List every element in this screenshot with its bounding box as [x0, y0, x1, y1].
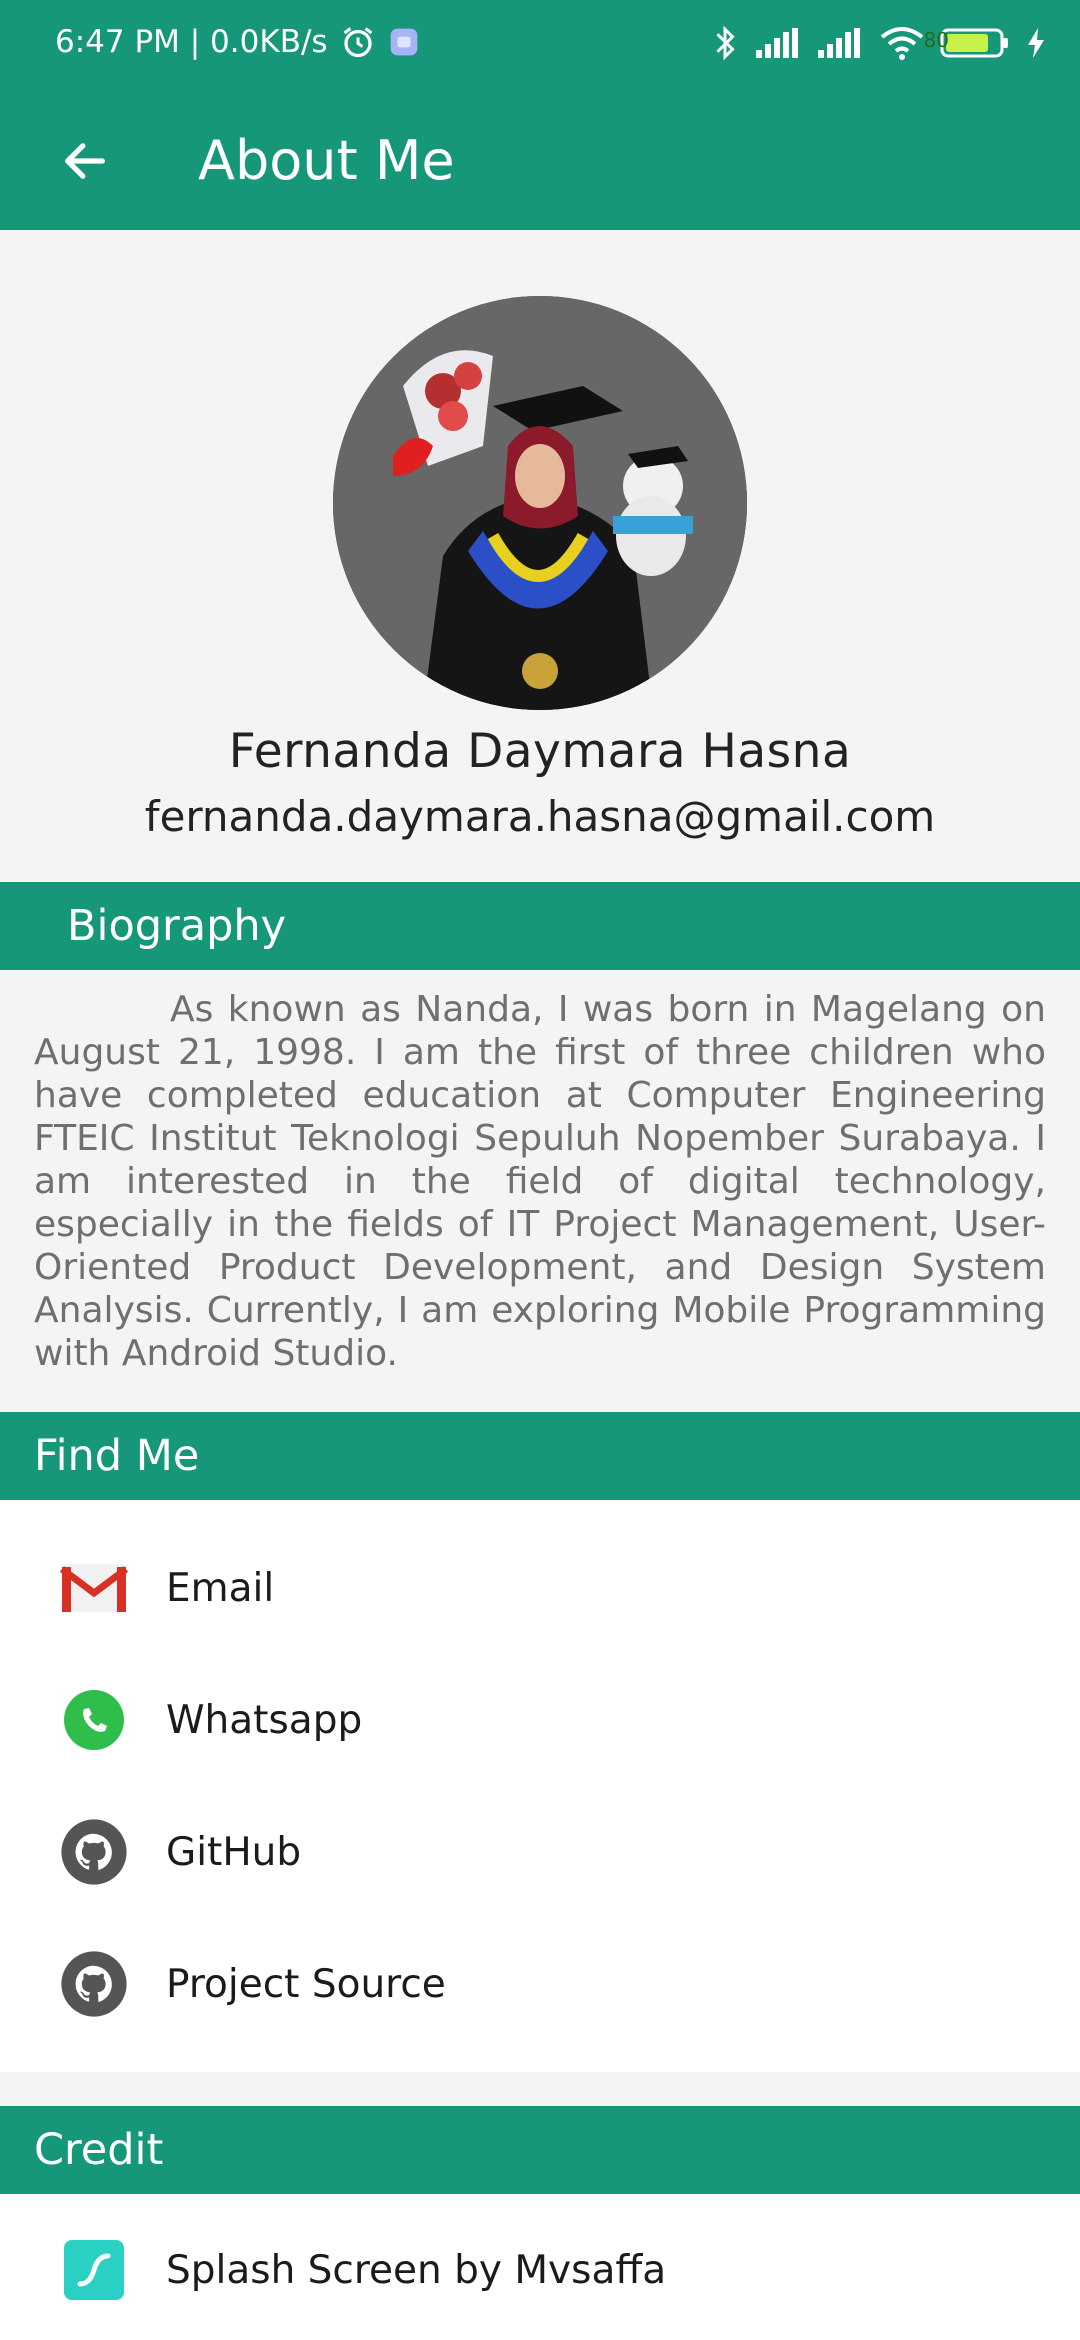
profile-email: fernanda.daymara.hasna@gmail.com — [144, 792, 936, 841]
credit-label: Splash Screen by Mvsaffa — [166, 2247, 667, 2293]
status-time: 6:47 PM | 0.0KB/s — [55, 24, 328, 60]
find-me-item-whatsapp[interactable]: Whatsapp — [0, 1654, 1080, 1786]
credit-list: Splash Screen by Mvsaffa — [0, 2194, 1080, 2340]
biography-header-label: Biography — [67, 901, 287, 951]
credit-header-label: Credit — [34, 2125, 164, 2175]
whatsapp-icon — [58, 1684, 130, 1756]
biography-header: Biography — [0, 882, 1080, 970]
app-notification-icon — [388, 26, 420, 58]
find-me-header-label: Find Me — [34, 1431, 200, 1481]
signal-icon — [818, 28, 864, 58]
battery-icon — [940, 27, 1010, 59]
find-me-label: Whatsapp — [166, 1697, 363, 1743]
avatar — [333, 296, 747, 710]
status-bar: 6:47 PM | 0.0KB/s 80 — [0, 0, 1080, 92]
bluetooth-icon — [710, 24, 740, 62]
profile-name: Fernanda Daymara Hasna — [228, 724, 852, 779]
signal-icon — [756, 28, 802, 58]
app-bar: About Me — [0, 92, 1080, 230]
back-button[interactable] — [50, 126, 120, 196]
find-me-header: Find Me — [0, 1412, 1080, 1500]
credit-header: Credit — [0, 2106, 1080, 2194]
battery-level: 80 — [923, 28, 949, 52]
biography-text: As known as Nanda, I was born in Magelan… — [34, 989, 1046, 1374]
status-right: 80 — [710, 24, 1046, 62]
find-me-list: Email Whatsapp GitHub Project Source — [0, 1500, 1080, 2072]
gmail-icon — [58, 1552, 130, 1624]
charging-icon — [1026, 28, 1046, 58]
github-icon — [58, 1948, 130, 2020]
find-me-item-project-source[interactable]: Project Source — [0, 1918, 1080, 2050]
find-me-label: GitHub — [166, 1829, 302, 1875]
credit-item-splash-screen[interactable]: Splash Screen by Mvsaffa — [0, 2204, 1080, 2336]
status-left: 6:47 PM | 0.0KB/s — [55, 24, 420, 60]
alarm-icon — [340, 24, 376, 60]
arrow-left-icon — [65, 143, 105, 179]
find-me-item-github[interactable]: GitHub — [0, 1786, 1080, 1918]
find-me-label: Project Source — [166, 1961, 446, 2007]
github-icon — [58, 1816, 130, 1888]
lottie-icon — [58, 2234, 130, 2306]
page-title: About Me — [198, 129, 455, 192]
find-me-label: Email — [166, 1565, 275, 1611]
wifi-icon — [880, 26, 924, 60]
find-me-item-email[interactable]: Email — [0, 1522, 1080, 1654]
